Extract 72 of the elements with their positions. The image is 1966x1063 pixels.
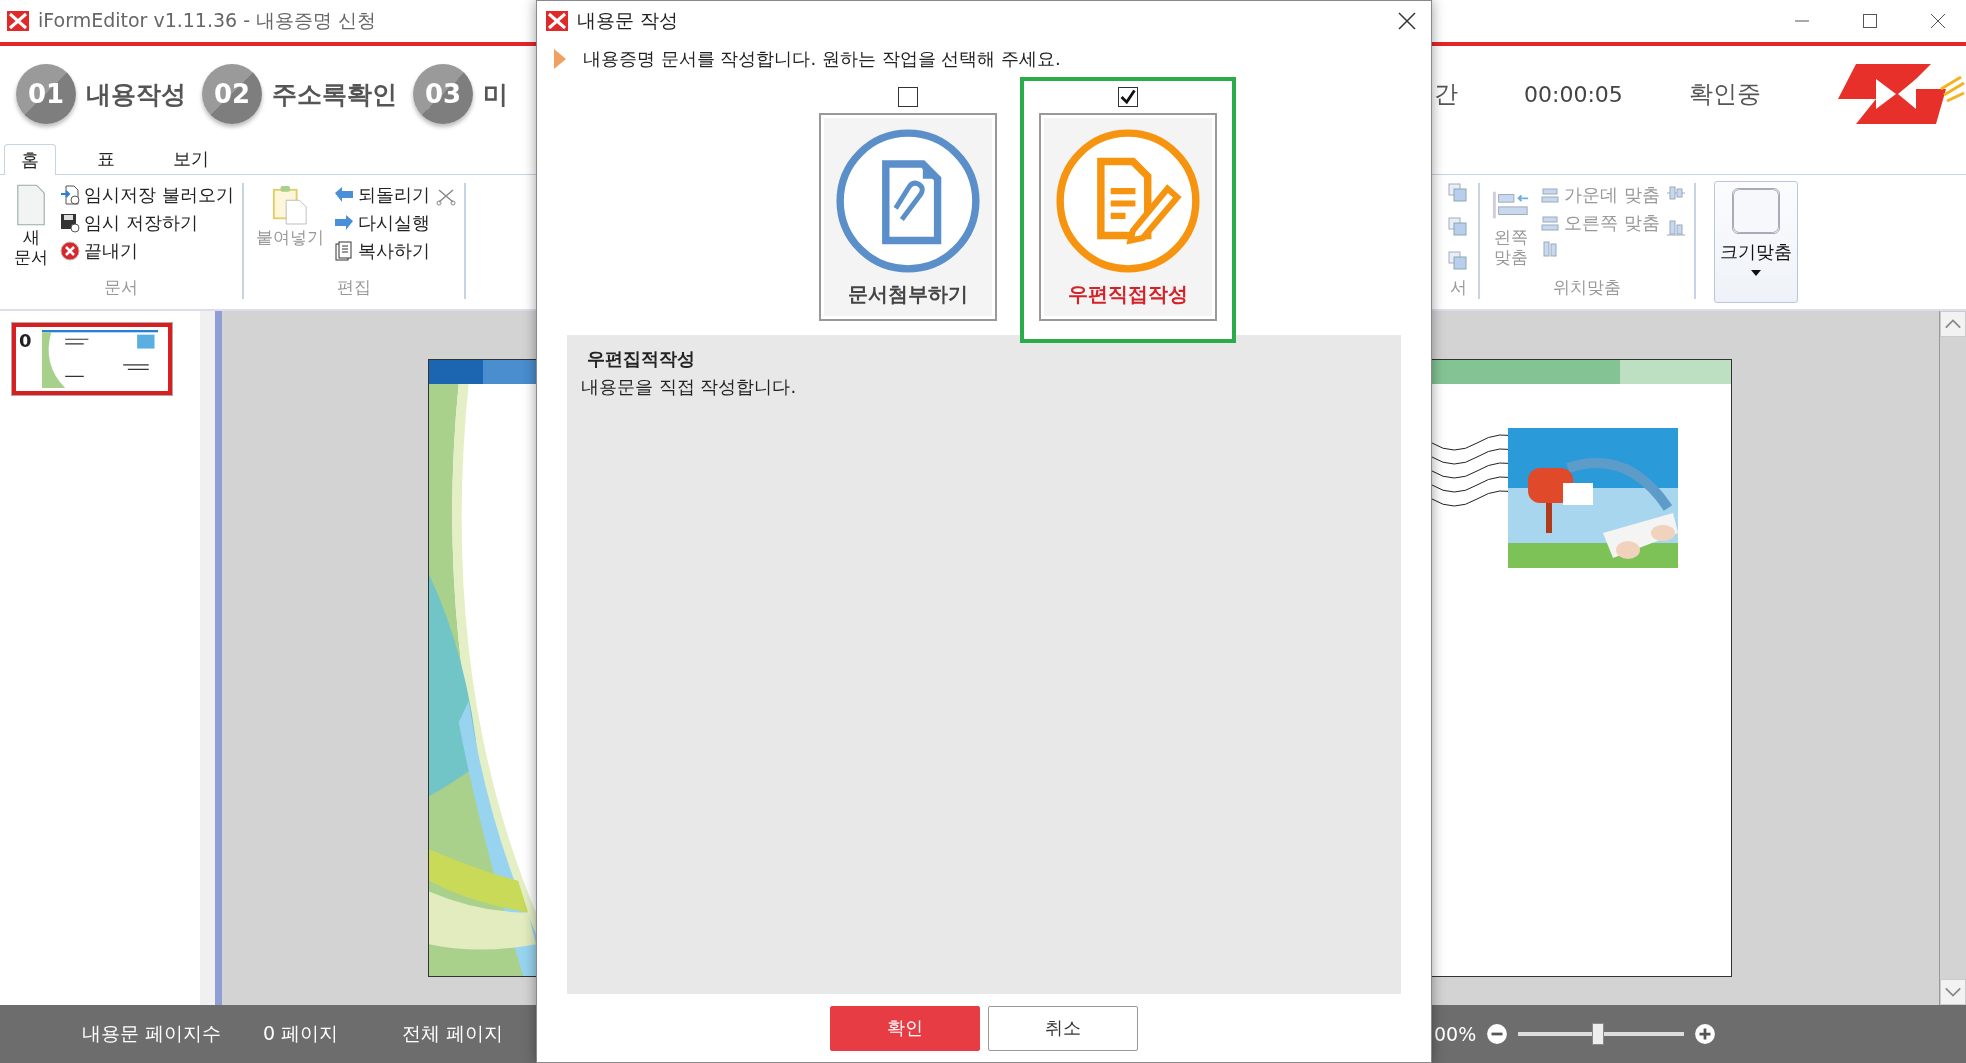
- maximize-icon[interactable]: [1860, 11, 1880, 31]
- ribbon-group-label: 서: [1449, 276, 1467, 299]
- page-count: 0 페이지: [263, 1021, 339, 1046]
- ribbon-button[interactable]: 복사하기: [333, 239, 430, 263]
- ribbon-tab[interactable]: 표: [80, 143, 132, 174]
- option-card[interactable]: 문서첨부하기: [819, 113, 997, 321]
- window-title: iFormEditor v1.11.36 - 내용증명 신청: [38, 8, 377, 33]
- zoom-slider[interactable]: [1518, 1023, 1685, 1045]
- ribbon-button[interactable]: 끝내기: [60, 239, 234, 263]
- step-label: 내용작성: [86, 78, 186, 111]
- ribbon-group-label: 문서: [103, 276, 138, 299]
- step-label: 주소록확인: [272, 78, 397, 111]
- ribbon-group-label: 편집: [336, 276, 371, 299]
- scroll-up-icon[interactable]: [1940, 311, 1966, 337]
- status-text: 확인중: [1688, 79, 1761, 110]
- close-icon[interactable]: [1397, 11, 1417, 31]
- step-label: 미: [483, 78, 508, 111]
- total-pages-label: 전체 페이지: [402, 1021, 504, 1046]
- ribbon-big-button[interactable]: 새 문서: [8, 183, 54, 276]
- page-thumbnail[interactable]: 0: [12, 323, 172, 395]
- step-number: 02: [202, 64, 262, 124]
- ribbon-button[interactable]: 다시실행: [333, 211, 430, 235]
- align-middle-icon[interactable]: [1665, 183, 1686, 203]
- floppy-disk-icon: [60, 213, 80, 233]
- clipboard-icon: [270, 183, 309, 227]
- logo-icon: [6, 9, 30, 33]
- step-number: 01: [16, 64, 76, 124]
- ribbon-tab[interactable]: 홈: [4, 144, 56, 175]
- logo-icon: [545, 9, 569, 33]
- description-text: 내용문을 직접 작성합니다.: [581, 375, 797, 399]
- document-arrow-icon: [60, 185, 80, 205]
- layer-order-icon[interactable]: [1448, 251, 1468, 271]
- scroll-down-icon[interactable]: [1940, 979, 1966, 1005]
- page-count-label: 내용문 페이지수: [82, 1021, 222, 1046]
- paperclip-document-icon: [834, 126, 982, 275]
- checkbox[interactable]: [1118, 87, 1138, 107]
- elapsed-timer: 00:00:05: [1524, 81, 1623, 107]
- align-bottom-icon[interactable]: [1665, 217, 1686, 237]
- ribbon-button[interactable]: 되돌리기: [333, 183, 430, 207]
- zoom-in-icon[interactable]: [1694, 1023, 1717, 1045]
- close-circle-icon: [60, 241, 80, 261]
- align-icon: [1540, 213, 1560, 233]
- scissors-icon[interactable]: [435, 187, 456, 207]
- distribute-icon[interactable]: [1540, 239, 1560, 259]
- scroll-bar[interactable]: [200, 311, 215, 1005]
- thumbnail-number: 0: [19, 330, 33, 353]
- zoom-percent: 00%: [1434, 1023, 1477, 1045]
- dialog-title: 내용문 작성: [577, 8, 680, 33]
- copy-icon: [333, 241, 354, 261]
- ribbon-tab[interactable]: 보기: [156, 143, 226, 174]
- zoom-out-icon[interactable]: [1486, 1023, 1509, 1045]
- triangle-icon: [553, 48, 567, 70]
- step-number: 03: [413, 64, 473, 124]
- slider-thumb[interactable]: [1591, 1023, 1604, 1045]
- checkbox[interactable]: [898, 87, 918, 107]
- cancel-button[interactable]: 취소: [988, 1005, 1138, 1051]
- ribbon-button[interactable]: 임시저장 불러오기: [60, 183, 234, 207]
- close-icon[interactable]: [1928, 11, 1948, 31]
- option-card[interactable]: 우편직접작성: [1039, 113, 1217, 321]
- confirm-button[interactable]: 확인: [830, 1005, 980, 1051]
- fit-size-button[interactable]: 크기맞춤: [1713, 181, 1798, 303]
- ribbon-button[interactable]: 임시 저장하기: [60, 211, 234, 235]
- layer-order-icon[interactable]: [1448, 217, 1468, 237]
- document-pencil-icon: [1054, 126, 1202, 275]
- header-label: 간: [1434, 79, 1458, 110]
- ribbon-group-label: 위치맞춤: [1552, 276, 1621, 299]
- align-icon: [1540, 185, 1560, 205]
- description-title: 우편집적작성: [587, 347, 695, 371]
- blank-square-icon: [1731, 188, 1780, 234]
- layer-order-icon[interactable]: [1448, 183, 1468, 203]
- caret-icon: [1750, 270, 1761, 276]
- instruction-text: 내용증명 문서를 작성합니다. 원하는 작업을 선택해 주세요.: [583, 47, 1061, 71]
